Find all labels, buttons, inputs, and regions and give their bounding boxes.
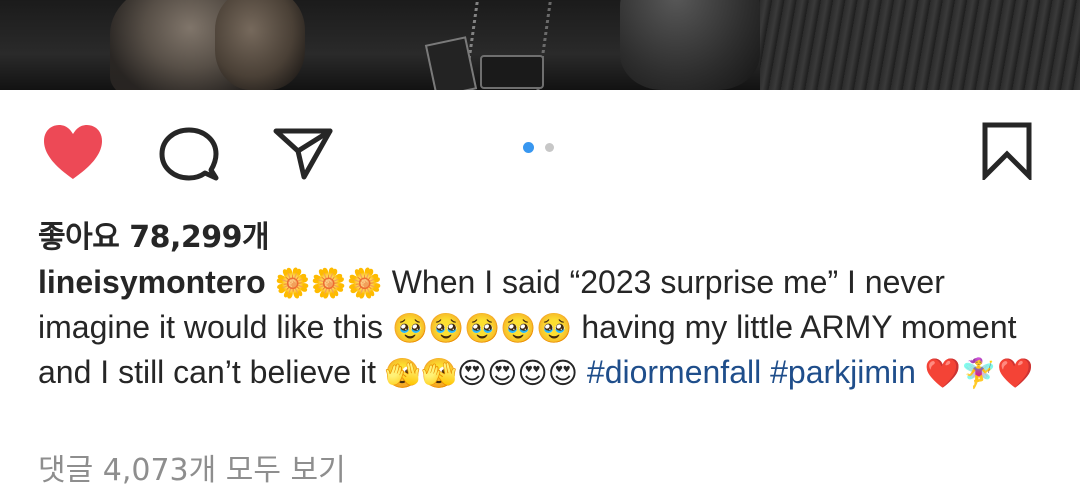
likes-count[interactable]: 좋아요 78,299개 [38, 212, 270, 256]
view-all-comments-link[interactable]: 댓글 4,073개 모두 보기 [38, 445, 346, 489]
comment-button[interactable] [156, 126, 222, 184]
post-action-bar [0, 90, 1080, 210]
face-emojis: 🫣🫣😍😍😍😍 [384, 356, 578, 390]
photo-shoe-right [215, 0, 305, 90]
carousel-dot-active [523, 142, 534, 153]
speech-bubble-icon [159, 127, 219, 181]
bookmark-icon [982, 122, 1032, 183]
like-button[interactable] [40, 122, 106, 182]
share-button[interactable] [272, 125, 334, 181]
paper-plane-icon [273, 128, 333, 180]
pleading-face-emojis: 🥹🥹🥹🥹🥹 [391, 311, 573, 345]
photo-bag [480, 55, 544, 89]
heart-fairy-emojis: ❤️🧚‍♀️❤️ [924, 356, 1034, 390]
carousel-indicator [520, 142, 560, 154]
heart-filled-icon [44, 125, 102, 179]
photo-pleated-garment [760, 0, 1080, 90]
flower-emojis: 🌼🌼🌼 [274, 266, 383, 300]
caption-space [578, 354, 587, 390]
caption-username[interactable]: lineisymontero [38, 264, 266, 300]
post-photo[interactable] [0, 0, 1080, 90]
hashtag-diormenfall[interactable]: #diormenfall [587, 354, 761, 390]
save-button[interactable] [980, 122, 1034, 183]
hashtag-parkjimin[interactable]: #parkjimin [770, 354, 916, 390]
carousel-dot [545, 143, 554, 152]
post-caption: lineisymontero 🌼🌼🌼 When I said “2023 sur… [38, 260, 1048, 395]
photo-figure [620, 0, 760, 90]
